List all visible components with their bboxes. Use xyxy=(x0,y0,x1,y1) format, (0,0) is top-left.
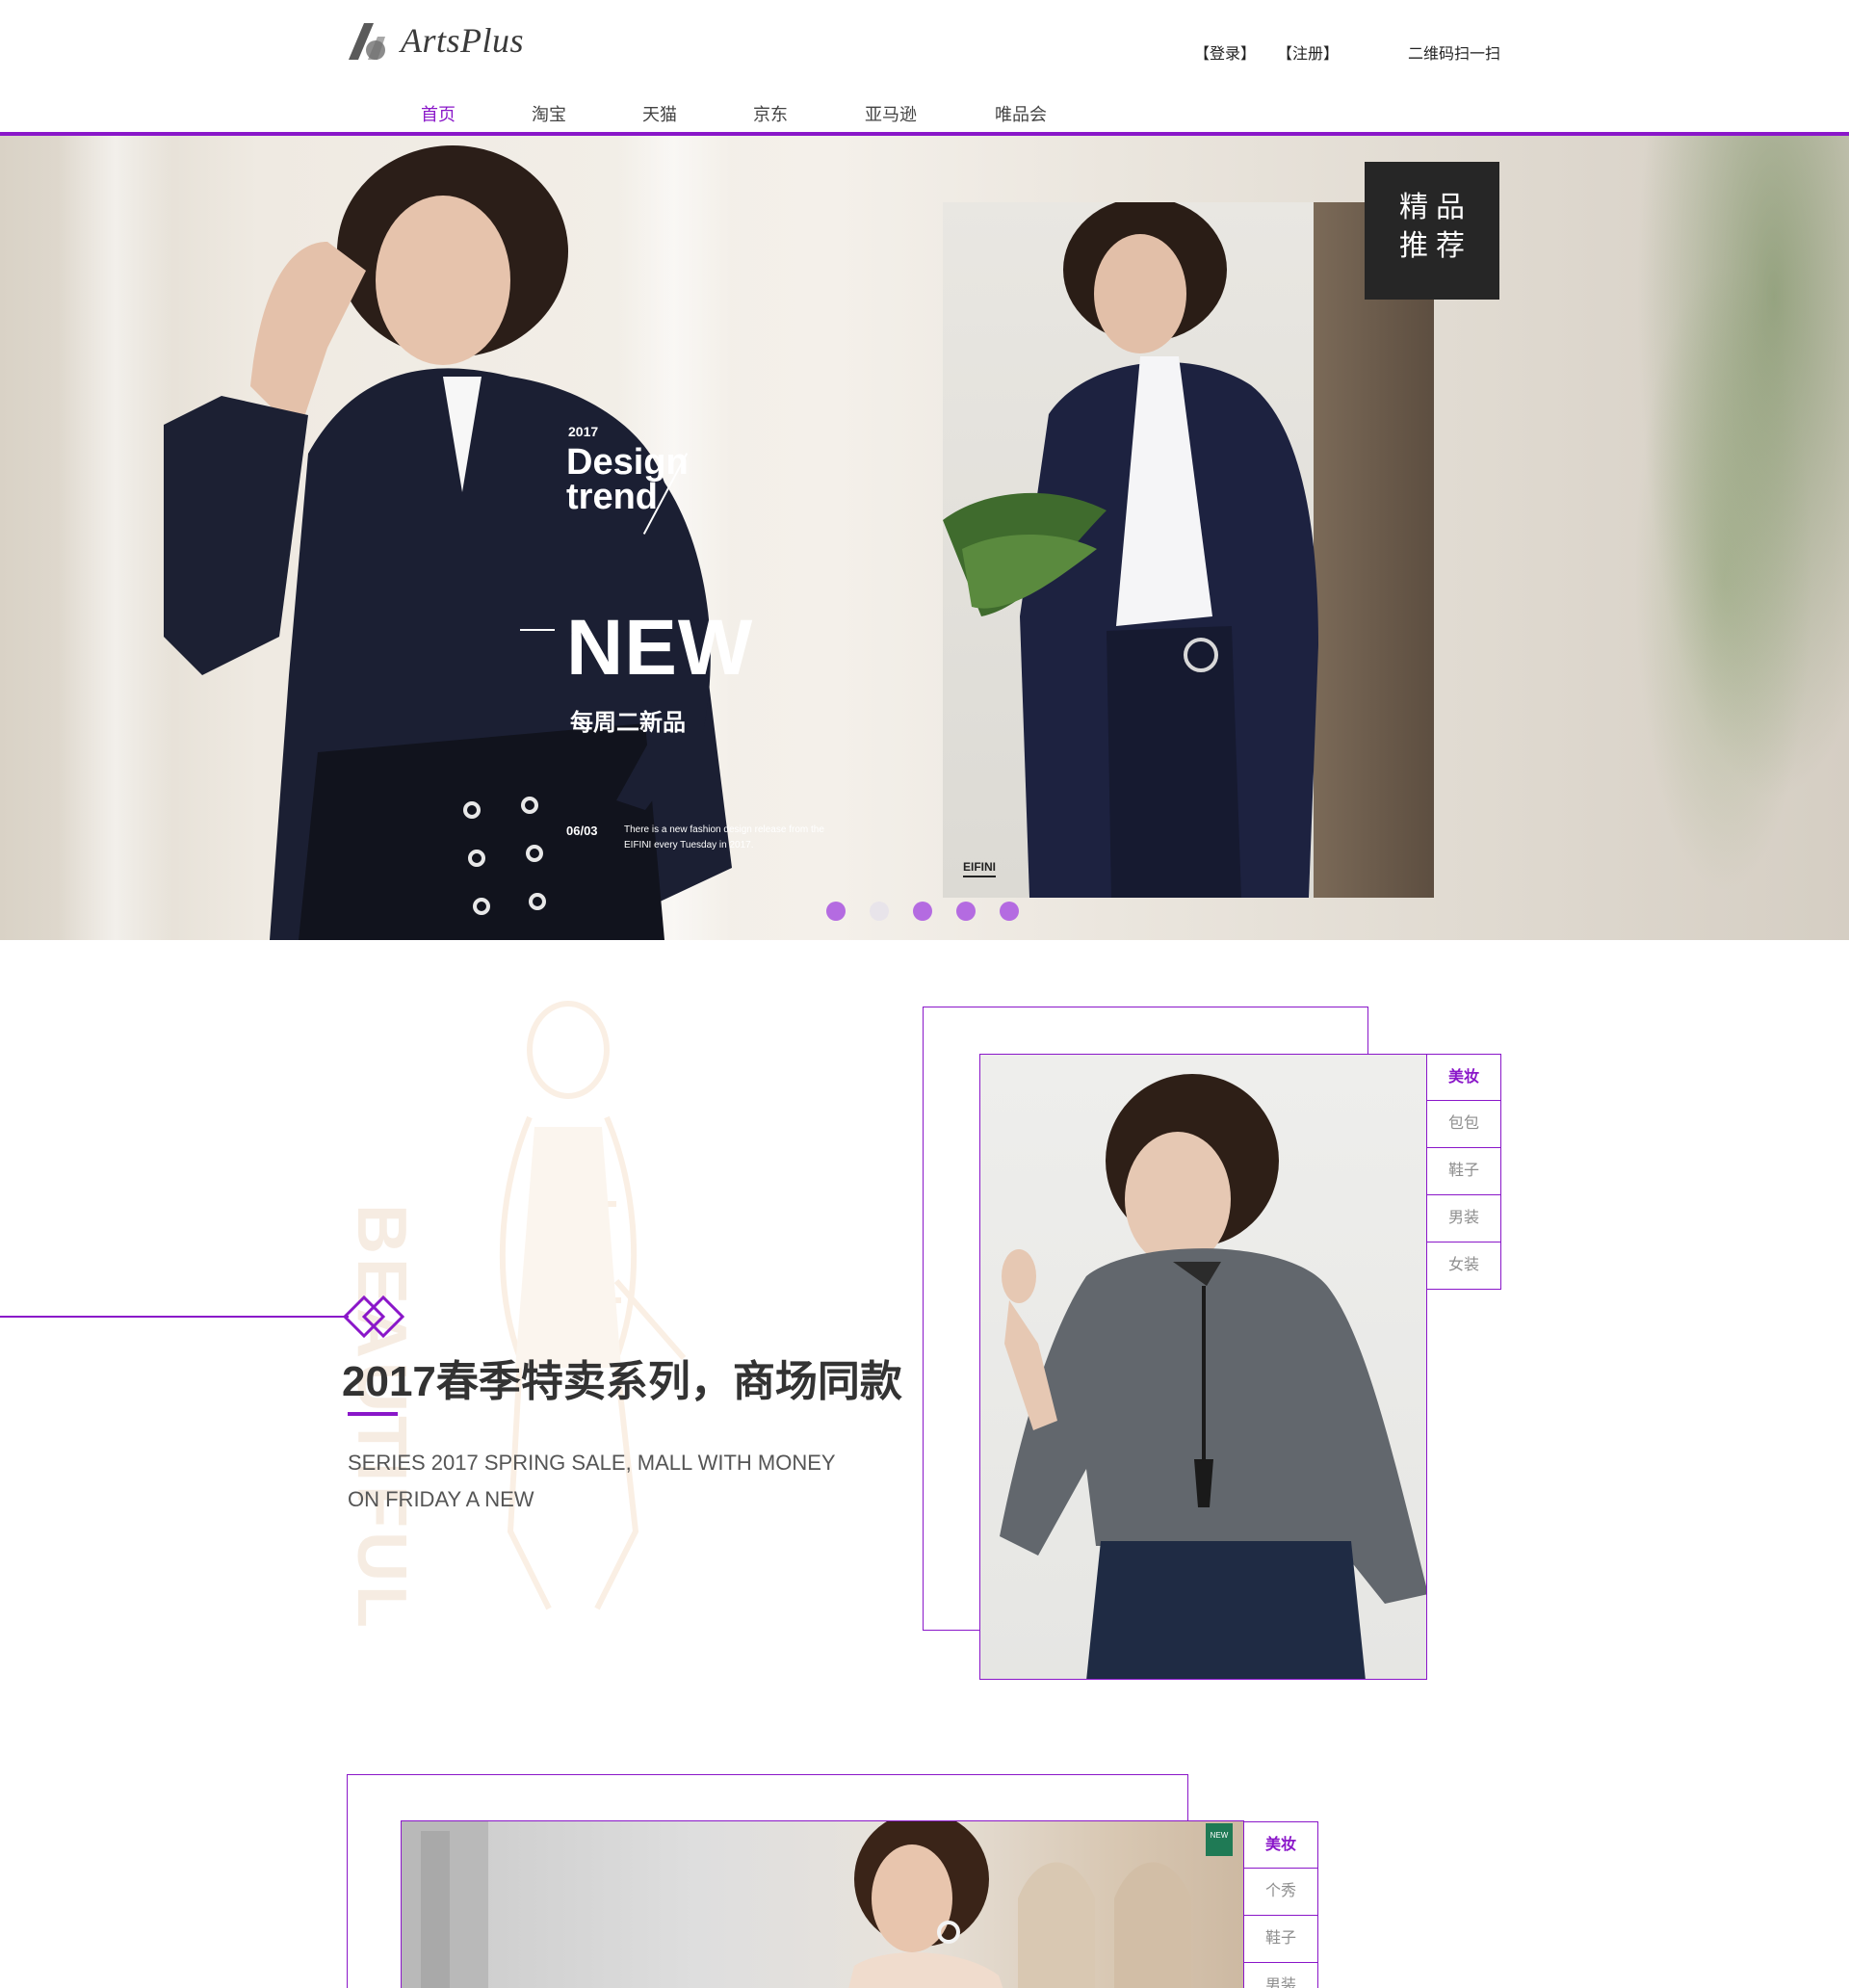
nav-item-home[interactable]: 首页 xyxy=(421,101,456,126)
logo[interactable]: ArtsPlus xyxy=(345,17,524,64)
tab-womenswear[interactable]: 女装 xyxy=(1426,1242,1501,1290)
background-sketch-figure xyxy=(499,1001,687,1610)
eifini-brand-mark: EIFINI xyxy=(963,860,997,877)
logo-icon xyxy=(349,23,385,60)
tab-shoes[interactable]: 鞋子 xyxy=(1426,1148,1501,1195)
carousel-dot-1[interactable] xyxy=(826,902,846,921)
hero-dash xyxy=(520,629,555,631)
register-link[interactable]: 【注册】 xyxy=(1277,40,1339,64)
hero-design-word: Design xyxy=(566,442,689,483)
main-nav: 首页 淘宝 天猫 京东 亚马逊 唯品会 xyxy=(0,96,1849,132)
site-header: ArtsPlus 【登录】 【注册】 二维码扫一扫 首页 淘宝 天猫 京东 亚马… xyxy=(0,0,1849,132)
carousel-dot-2[interactable] xyxy=(870,902,889,921)
category-tabs-2: 美妆 个秀 鞋子 男装 xyxy=(1243,1821,1318,1988)
hero-model-image xyxy=(164,145,732,940)
hero-date: 06/03 xyxy=(566,824,598,838)
hero-foliage xyxy=(1599,136,1849,940)
title-accent-bar xyxy=(348,1412,398,1416)
badge-line-2: 推荐 xyxy=(1399,230,1472,262)
featured-badge: 精品 推荐 xyxy=(1365,162,1499,300)
carousel-dots xyxy=(826,902,1043,921)
new-ribbon-badge: NEW xyxy=(1206,1823,1233,1856)
subtitle-line-1: SERIES 2017 SPRING SALE, MALL WITH MONEY xyxy=(348,1451,836,1475)
nav-item-vip[interactable]: 唯品会 xyxy=(995,101,1047,126)
tab-makeup-2[interactable]: 美妆 xyxy=(1243,1821,1318,1869)
carousel-dot-4[interactable] xyxy=(956,902,976,921)
product-photo[interactable] xyxy=(979,1054,1427,1680)
tab-bags[interactable]: 包包 xyxy=(1426,1101,1501,1148)
hero-weekly-text: 每周二新品 xyxy=(570,710,686,736)
blouse-model-image xyxy=(1000,1074,1426,1679)
login-link[interactable]: 【登录】 xyxy=(1194,40,1256,64)
hero-column xyxy=(58,136,173,940)
tab-makeup[interactable]: 美妆 xyxy=(1426,1054,1501,1101)
section-subtitle: SERIES 2017 SPRING SALE, MALL WITH MONEY… xyxy=(348,1445,887,1518)
tab-shoes-2[interactable]: 鞋子 xyxy=(1243,1916,1318,1963)
hero-year: 2017 xyxy=(568,424,599,439)
tab-menswear-2[interactable]: 男装 xyxy=(1243,1963,1318,1988)
hero-banner[interactable]: 2017 Design trend NEW 每周二新品 06/03 There … xyxy=(0,136,1849,940)
badge-line-1: 精品 xyxy=(1399,192,1472,223)
category-tabs: 美妆 包包 鞋子 男装 女装 xyxy=(1426,1054,1501,1290)
carousel-dot-5[interactable] xyxy=(1000,902,1019,921)
hero-featured-photo[interactable] xyxy=(943,202,1434,898)
hero-design-title: Design trend xyxy=(566,442,689,515)
nav-item-amazon[interactable]: 亚马逊 xyxy=(865,101,917,126)
subtitle-line-2: ON FRIDAY A NEW xyxy=(348,1487,534,1511)
background-watermark-word: BEAUTIFUL xyxy=(343,1204,420,1632)
section-divider-line xyxy=(0,1316,349,1318)
logo-text: ArtsPlus xyxy=(401,21,525,60)
nav-item-jd[interactable]: 京东 xyxy=(753,101,788,126)
featured-model-image xyxy=(943,202,1318,898)
section-title: 2017春季特卖系列，商场同款 xyxy=(342,1358,902,1405)
hero-new-title: NEW xyxy=(566,604,754,692)
nav-item-taobao[interactable]: 淘宝 xyxy=(532,101,566,126)
product-photo-2[interactable] xyxy=(401,1820,1244,1988)
hero-description: There is a new fashion design release fr… xyxy=(624,824,824,850)
qr-scan-link[interactable]: 二维码扫一扫 xyxy=(1408,40,1500,64)
tab-personal-2[interactable]: 个秀 xyxy=(1243,1869,1318,1916)
street-model-image xyxy=(402,1821,1191,1988)
nav-item-tmall[interactable]: 天猫 xyxy=(642,101,677,126)
diamond-icon xyxy=(343,1295,405,1339)
carousel-dot-3[interactable] xyxy=(913,902,932,921)
tab-menswear[interactable]: 男装 xyxy=(1426,1195,1501,1242)
